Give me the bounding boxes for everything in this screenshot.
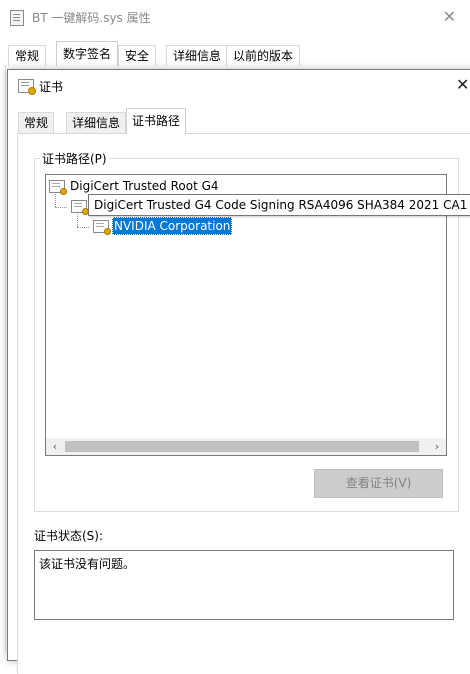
window-edge [5,65,6,651]
scroll-left-icon[interactable]: ‹ [48,439,62,454]
tree-item-selected[interactable]: NVIDIA Corporation [93,217,293,235]
certificate-icon [71,200,89,215]
certificate-tree[interactable]: DigiCert Trusted Root G4 NVIDIA Corporat… [45,174,447,456]
tab-security[interactable]: 安全 [118,45,157,66]
tree-connector [77,214,78,227]
certificate-status-text: 该证书没有问题。 [39,557,136,571]
properties-titlebar: BT 一键解码.sys 属性 ✕ [0,0,470,34]
tree-item-label: NVIDIA Corporation [112,217,233,235]
tab-general[interactable]: 常规 [18,112,55,133]
certification-path-label: 证书路径(P) [40,150,109,167]
view-certificate-button[interactable]: 查看证书(V) [314,469,443,498]
file-icon [10,10,24,26]
horizontal-scrollbar[interactable]: ‹ › [46,438,446,455]
tab-general[interactable]: 常规 [8,45,47,66]
certificate-dialog: 证书 ✕ 常规 详细信息 证书路径 证书路径(P) DigiCert Trust… [7,69,470,674]
tree-connector [77,227,89,228]
certificate-status-label: 证书状态(S): [34,529,104,543]
close-icon[interactable]: ✕ [456,75,469,94]
tree-item-label: DigiCert Trusted Root G4 [70,179,219,193]
certificate-icon [93,220,111,235]
tab-details[interactable]: 详细信息 [66,112,127,133]
tab-digital-signatures[interactable]: 数字签名 [56,41,119,66]
certificate-icon [18,79,36,95]
properties-window-title: BT 一键解码.sys 属性 [32,11,151,25]
certificate-status-field[interactable]: 该证书没有问题。 [34,550,454,620]
tree-connector [55,207,67,208]
tab-details[interactable]: 详细信息 [166,45,229,66]
certificate-icon [49,180,67,195]
tree-connector [55,194,56,207]
close-icon[interactable]: ✕ [443,7,456,26]
dialog-title: 证书 [39,80,64,94]
tooltip: DigiCert Trusted G4 Code Signing RSA4096… [88,194,470,216]
scroll-right-icon[interactable]: › [430,439,444,454]
tab-certification-path[interactable]: 证书路径 [126,108,187,134]
scroll-thumb[interactable] [65,441,419,452]
tab-previous-versions[interactable]: 以前的版本 [226,45,301,66]
